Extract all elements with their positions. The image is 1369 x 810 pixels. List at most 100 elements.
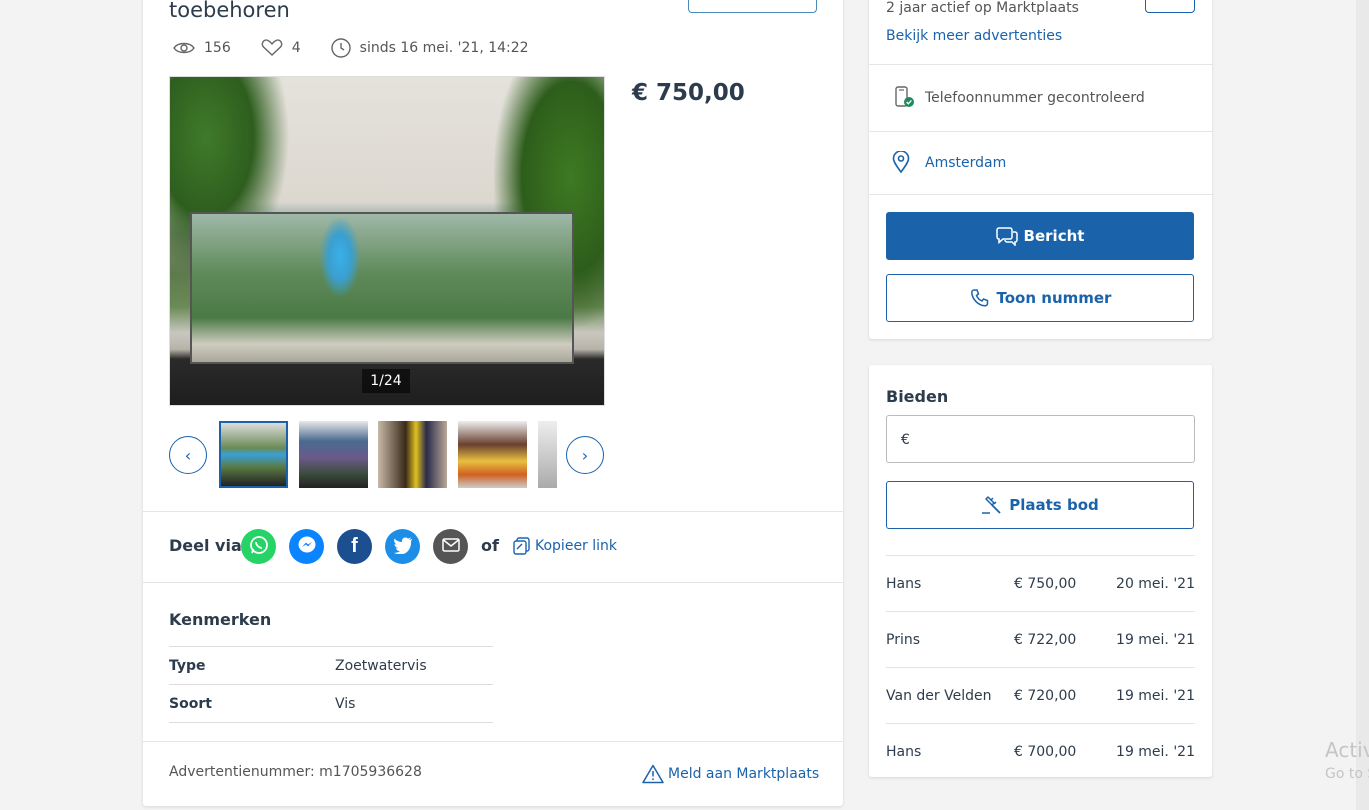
heart-icon[interactable] [261, 39, 283, 57]
report-label: Meld aan Marktplaats [668, 766, 820, 782]
thumbnail[interactable] [219, 421, 288, 488]
show-number-label: Toon nummer [996, 289, 1112, 307]
main-photo[interactable]: 1/24 [169, 76, 605, 406]
copy-link-label: Kopieer link [535, 538, 618, 554]
bidder-name: Prins [886, 632, 921, 648]
share-or-label: of [481, 536, 499, 555]
message-button-label: Bericht [1023, 227, 1085, 245]
listing-title: toebehoren [169, 0, 290, 22]
bid-date: 19 mei. '21 [1116, 632, 1195, 648]
thumbnail-strip [217, 419, 557, 491]
bid-list: Hans € 750,00 20 mei. '21 Prins € 722,00… [886, 555, 1195, 779]
warning-icon [642, 764, 664, 784]
spec-value: Vis [335, 696, 356, 712]
spec-row: Soort Vis [169, 684, 493, 723]
top-action-button[interactable] [688, 0, 817, 13]
bid-row: Van der Velden € 720,00 19 mei. '21 [886, 667, 1195, 723]
bidding-card: Bieden € Plaats bod Hans € 750,00 20 mei… [869, 365, 1212, 777]
bid-date: 20 mei. '21 [1116, 576, 1195, 592]
spec-bottom-border [169, 722, 493, 723]
spec-key: Soort [169, 696, 212, 712]
spec-value: Zoetwatervis [335, 658, 427, 674]
mail-icon [441, 537, 460, 556]
currency-symbol: € [901, 432, 910, 448]
bidder-name: Hans [886, 576, 922, 592]
seller-location[interactable]: Amsterdam [925, 155, 1006, 171]
eye-icon [173, 41, 195, 55]
bid-amount-input[interactable]: € [886, 415, 1195, 463]
message-button[interactable]: Bericht [886, 212, 1194, 260]
listing-card: toebehoren 156 4 sinds 16 mei. '21, 14:2… [143, 0, 843, 806]
watermark-line-2: Go to S [1325, 766, 1369, 782]
bid-amount: € 722,00 [1014, 632, 1077, 648]
divider [869, 64, 1212, 65]
facebook-icon: f [351, 535, 358, 557]
photo-counter: 1/24 [362, 369, 410, 393]
divider [869, 131, 1212, 132]
seller-action-button[interactable] [1145, 0, 1195, 13]
listing-stats: 156 4 sinds 16 mei. '21, 14:22 [173, 38, 559, 58]
listing-date: sinds 16 mei. '21, 14:22 [359, 40, 529, 56]
spec-row: Type Zoetwatervis [169, 646, 493, 685]
seller-active-since: 2 jaar actief op Marktplaats [886, 0, 1079, 16]
phone-verified-label: Telefoonnummer gecontroleerd [925, 90, 1145, 106]
copy-link-icon [513, 537, 531, 555]
share-label: Deel via [169, 536, 242, 555]
bid-date: 19 mei. '21 [1116, 688, 1195, 704]
gavel-icon [981, 495, 1003, 515]
divider [869, 194, 1212, 195]
bid-amount: € 700,00 [1014, 744, 1077, 760]
place-bid-button[interactable]: Plaats bod [886, 481, 1194, 529]
chevron-right-icon: › [581, 445, 589, 465]
favorites-count: 4 [291, 40, 301, 56]
specs-title: Kenmerken [169, 610, 272, 629]
phone-icon [969, 288, 991, 308]
bidder-name: Hans [886, 744, 922, 760]
email-share-button[interactable] [433, 529, 468, 564]
divider [143, 741, 843, 742]
ad-number: Advertentienummer: m1705936628 [169, 764, 422, 780]
bid-amount: € 750,00 [1014, 576, 1077, 592]
views-count: 156 [204, 40, 231, 56]
bid-row: Hans € 750,00 20 mei. '21 [886, 555, 1195, 611]
photo-aquarium [190, 212, 574, 364]
more-ads-link[interactable]: Bekijk meer advertenties [886, 28, 1062, 44]
phone-verified-icon [894, 86, 916, 110]
copy-link-button[interactable]: Kopieer link [513, 537, 617, 555]
next-photo-button[interactable]: › [566, 436, 604, 474]
whatsapp-share-button[interactable] [241, 529, 276, 564]
thumbnail[interactable] [378, 421, 447, 488]
show-number-button[interactable]: Toon nummer [886, 274, 1194, 322]
listing-price: € 750,00 [632, 80, 745, 106]
thumbnail[interactable] [538, 421, 557, 488]
photo-blue-backdrop [320, 217, 360, 297]
report-link[interactable]: Meld aan Marktplaats [642, 764, 819, 784]
bid-amount: € 720,00 [1014, 688, 1077, 704]
messenger-share-button[interactable] [289, 529, 324, 564]
whatsapp-icon [249, 535, 269, 559]
place-bid-label: Plaats bod [1009, 496, 1099, 514]
divider [143, 511, 843, 512]
divider [143, 582, 843, 583]
activation-watermark: Activ Go to S [1325, 738, 1369, 786]
location-pin-icon [892, 151, 910, 173]
twitter-icon [393, 536, 413, 558]
clock-icon [330, 38, 351, 58]
seller-card: 2 jaar actief op Marktplaats Bekijk meer… [869, 0, 1212, 339]
prev-photo-button[interactable]: ‹ [169, 436, 207, 474]
thumbnail[interactable] [299, 421, 368, 488]
bid-row: Prins € 722,00 19 mei. '21 [886, 611, 1195, 667]
scrollbar-track[interactable] [1356, 0, 1369, 810]
spec-key: Type [169, 658, 206, 674]
thumbnail[interactable] [458, 421, 527, 488]
bidder-name: Van der Velden [886, 688, 992, 704]
messenger-icon [297, 535, 317, 559]
chat-icon [995, 226, 1018, 246]
twitter-share-button[interactable] [385, 529, 420, 564]
chevron-left-icon: ‹ [184, 445, 192, 465]
watermark-line-1: Activ [1325, 738, 1369, 762]
bid-row: Hans € 700,00 19 mei. '21 [886, 723, 1195, 779]
facebook-share-button[interactable]: f [337, 529, 372, 564]
bidding-title: Bieden [886, 387, 949, 406]
bid-date: 19 mei. '21 [1116, 744, 1195, 760]
